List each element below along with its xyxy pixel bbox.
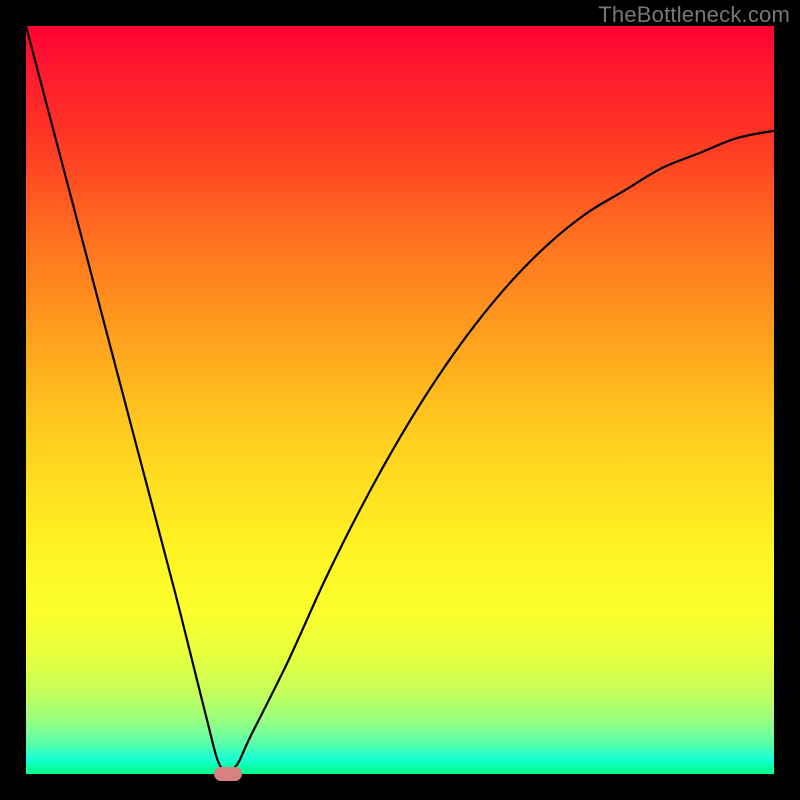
curve-svg (26, 26, 774, 774)
chart-frame: TheBottleneck.com (0, 0, 800, 800)
optimum-marker (214, 767, 242, 781)
watermark-text: TheBottleneck.com (598, 2, 790, 28)
bottleneck-curve-path (26, 26, 774, 772)
plot-area (26, 26, 774, 774)
